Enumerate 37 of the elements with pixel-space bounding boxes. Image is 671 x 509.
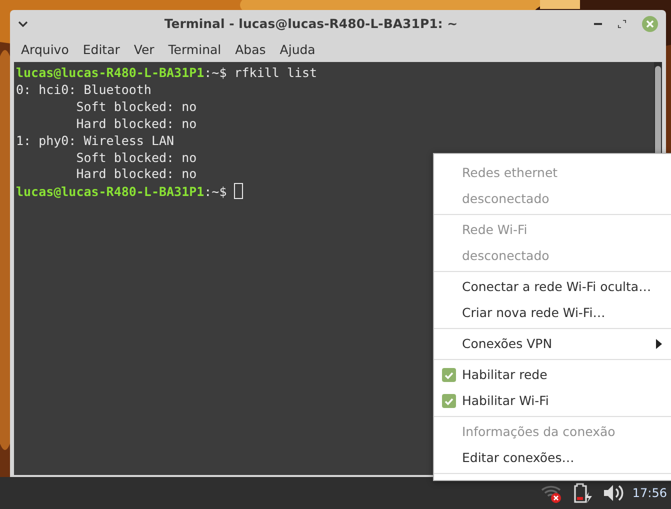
menu-item[interactable]: Ajuda — [272, 38, 322, 62]
output-line: 1: phy0: Wireless LAN — [16, 132, 174, 150]
output-line: Hard blocked: no — [75, 116, 197, 133]
menu-item[interactable]: Arquivo — [14, 38, 76, 62]
menu-item[interactable]: Ver — [126, 38, 162, 62]
output-line: Hard blocked: no — [75, 166, 197, 184]
battery-icon[interactable] — [572, 482, 594, 504]
menu-item[interactable]: Editar — [76, 38, 127, 62]
menu-item: Rede Wi-Fi — [461, 220, 528, 239]
prompt-text: lucas@lucas-R480-L-BA31P1 — [16, 184, 204, 200]
menu-item: desconectado — [461, 190, 550, 208]
output-line: 0: hci0: Bluetooth — [16, 82, 152, 99]
clock[interactable]: 17:56 — [632, 484, 667, 502]
window-menu-icon[interactable] — [18, 21, 28, 27]
output-line: Soft blocked: no — [75, 150, 197, 166]
menu-item[interactable]: Terminal — [161, 38, 228, 62]
menu-item[interactable]: Editar conexões… — [434, 445, 671, 471]
submenu-arrow-icon — [656, 339, 662, 349]
prompt-text: lucas@lucas-R480-L-BA31P1 — [16, 65, 204, 80]
menu-item: Informações da conexão — [461, 422, 616, 441]
command-text: :~$ — [204, 184, 228, 200]
maximize-icon[interactable] — [618, 20, 626, 28]
command-text: :~$ rfkill list — [204, 65, 318, 80]
menu-item: desconectado — [461, 246, 550, 265]
checkbox[interactable] — [442, 368, 456, 382]
minimize-icon[interactable] — [594, 22, 602, 26]
menu-item[interactable]: Habilitar rede — [434, 362, 671, 388]
checkbox[interactable] — [442, 394, 456, 408]
menu-item[interactable]: Abas — [228, 38, 273, 62]
menu-item: Redes ethernet — [461, 164, 559, 182]
volume-icon[interactable] — [602, 483, 624, 503]
menu-item[interactable]: Conexões VPN — [434, 331, 671, 357]
output-line: Soft blocked: no — [75, 98, 197, 116]
menu-item[interactable]: Habilitar Wi-Fi — [434, 388, 671, 414]
window-title: Terminal - lucas@lucas-R480-L-BA31P1: ~ — [163, 14, 459, 33]
menu-item[interactable]: Conectar a rede Wi-Fi oculta… — [434, 274, 671, 300]
menu-item[interactable]: Criar nova rede Wi-Fi… — [434, 300, 671, 326]
